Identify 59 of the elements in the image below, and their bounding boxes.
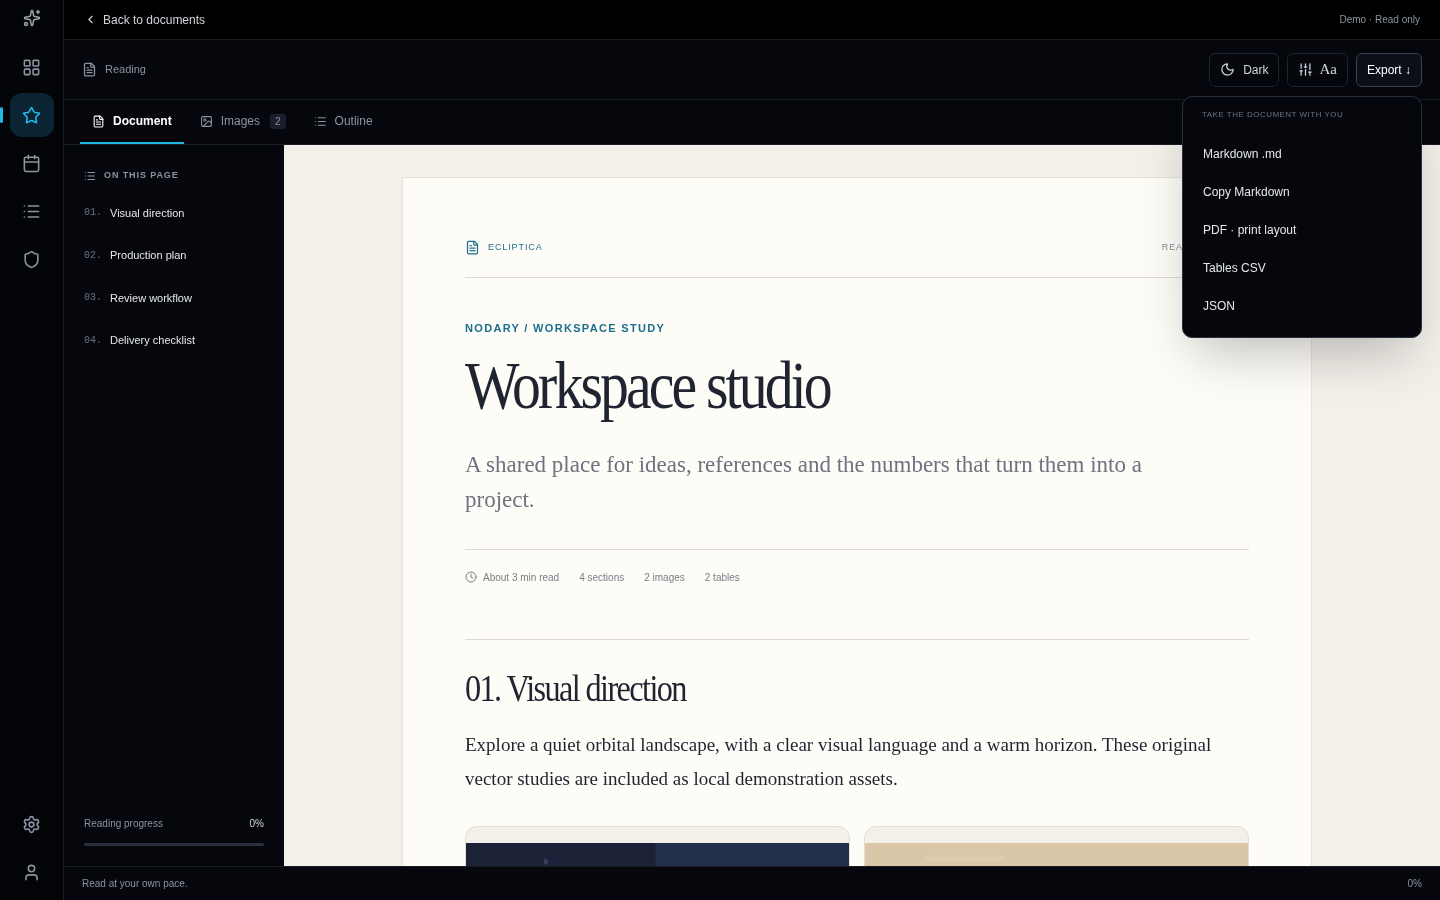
font-button[interactable]: Aa <box>1287 52 1348 87</box>
header-label: REA <box>1161 240 1183 254</box>
meta-item: 2 tables <box>704 570 740 585</box>
eyebrow-text: NODARY / WORKSPACE STUDY <box>465 321 667 336</box>
meta-item: 4 sections <box>579 570 625 585</box>
menu-item[interactable]: PDF · print layout <box>1183 211 1421 249</box>
toc-link[interactable]: 02. Production plan <box>84 247 264 264</box>
document-icon <box>465 240 480 255</box>
document-icon <box>82 62 97 77</box>
footer-note: Read at your own pace. <box>82 877 188 891</box>
section-body: Explore a quiet orbital landscape, with a clear visual language and a warm horizon. These original vector studies are included as local demonstration assets. <box>465 732 1213 791</box>
section-number: 03. <box>84 291 102 306</box>
image-icon <box>199 114 213 128</box>
toc-link[interactable]: 03. Review workflow <box>84 289 264 306</box>
toc-link[interactable]: 04. Delivery checklist <box>84 332 264 349</box>
tab[interactable]: Images 2 <box>187 100 298 144</box>
settings-icon <box>22 814 41 834</box>
section-number: 02. <box>84 248 102 263</box>
meta-item: 2 images <box>644 570 685 585</box>
export-button[interactable]: Export ↓ <box>1356 52 1422 87</box>
toc-label: Visual direction <box>110 205 185 221</box>
menu-item[interactable]: Markdown .md <box>1183 135 1421 173</box>
star-icon <box>22 105 41 125</box>
moon-icon <box>1220 62 1236 77</box>
tab[interactable]: Outline <box>301 100 385 144</box>
status-text: Demo · Read only <box>1339 13 1420 27</box>
toc-label: Delivery checklist <box>110 333 195 348</box>
theme-button[interactable]: Dark <box>1209 52 1280 87</box>
user-icon <box>22 862 41 882</box>
toc-link[interactable]: 01. Visual direction <box>84 204 264 221</box>
lede-text: A shared place for ideas, references and the numbers that turn them into a project. <box>465 450 1143 514</box>
menu-item[interactable]: JSON <box>1183 287 1421 325</box>
toc-label: Review workflow <box>110 290 192 306</box>
menu-item[interactable]: Tables CSV <box>1183 249 1421 287</box>
section-heading: 01. Visual direction <box>465 665 688 710</box>
list-icon <box>313 114 327 128</box>
menu-heading: TAKE THE DOCUMENT WITH YOU <box>1201 109 1345 121</box>
back-link[interactable]: Back to documents <box>84 10 206 29</box>
sliders-icon <box>1298 62 1314 77</box>
clock-icon <box>465 571 477 583</box>
calendar-icon <box>22 153 41 173</box>
toc-heading: ON THIS PAGE <box>104 169 179 182</box>
rail-button[interactable] <box>9 93 54 137</box>
shield-icon <box>22 249 41 269</box>
section-number: 01. <box>84 206 102 221</box>
sparkle-logo-icon <box>22 9 41 27</box>
meta-item: About 3 min read <box>483 570 560 585</box>
toc-label: Production plan <box>110 248 187 263</box>
menu-item[interactable]: Copy Markdown <box>1183 173 1421 211</box>
footer-progress: 0% <box>1407 877 1422 891</box>
progress-label: Reading progress <box>84 817 163 831</box>
section-number: 04. <box>84 333 102 348</box>
mode-label: Reading <box>105 62 146 78</box>
brand-label: ECLIPTICA <box>488 240 543 254</box>
count-badge: 2 <box>270 113 286 129</box>
grid-icon <box>22 57 41 77</box>
list-icon <box>84 169 96 182</box>
document-icon <box>92 114 105 128</box>
progress-value: 0% <box>249 817 264 831</box>
